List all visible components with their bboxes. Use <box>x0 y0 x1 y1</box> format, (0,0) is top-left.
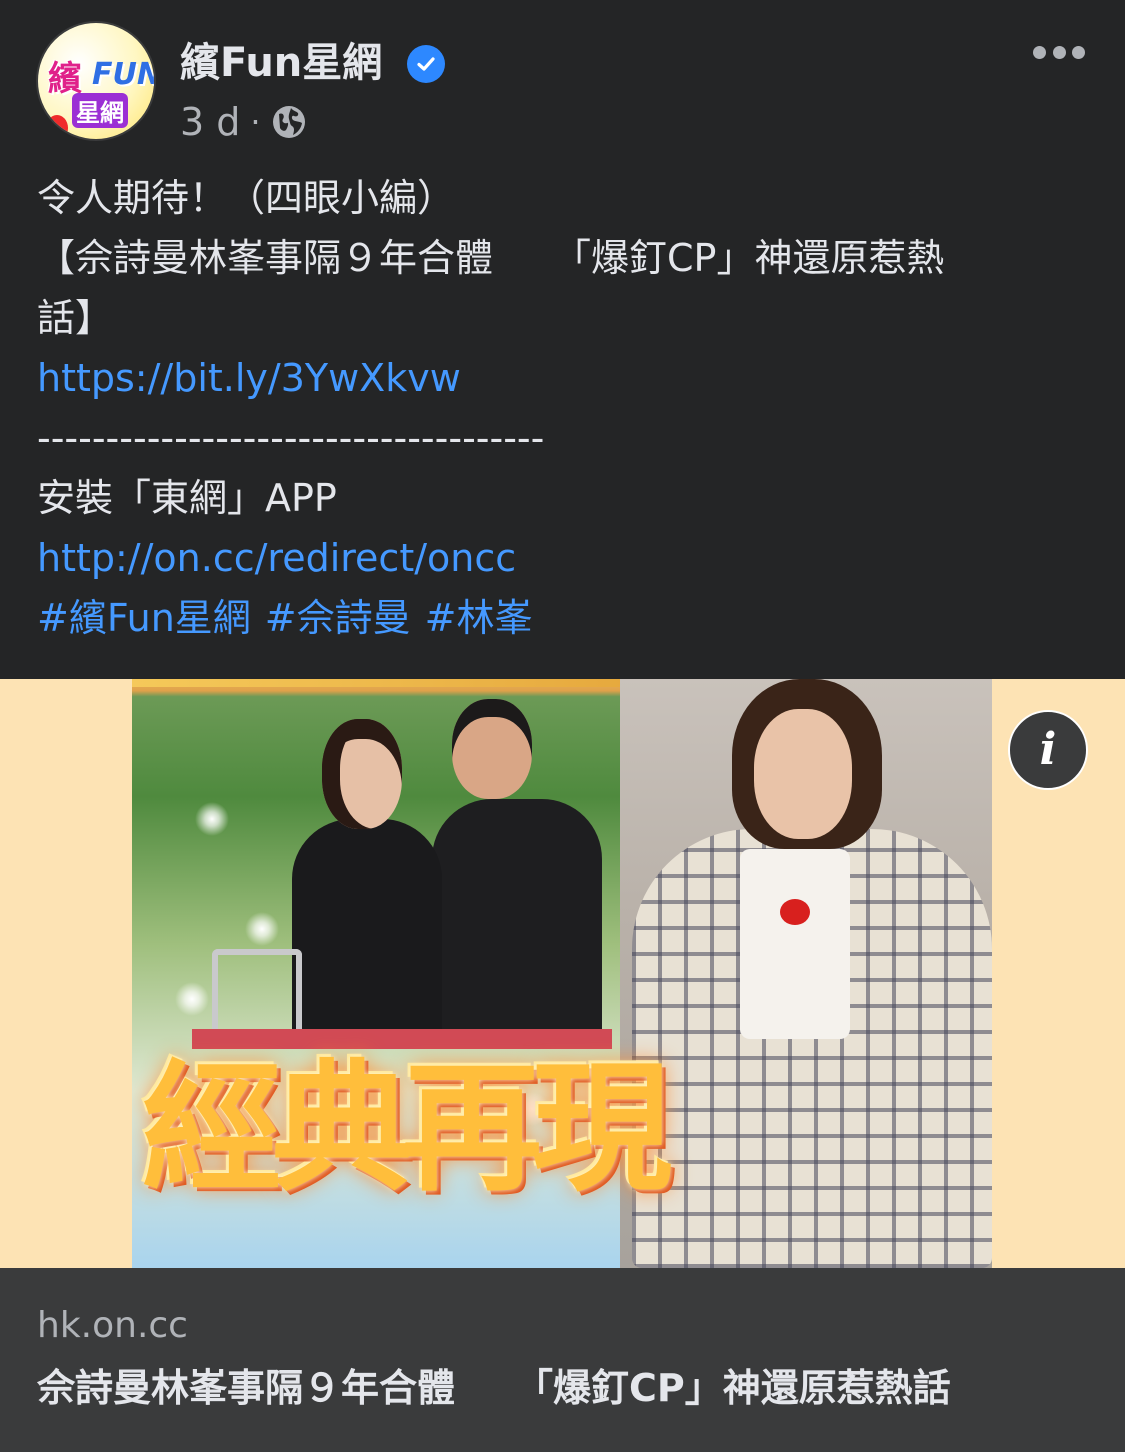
more-options-icon[interactable] <box>1033 38 1085 66</box>
hashtag-link[interactable]: #佘詩曼 <box>265 596 411 640</box>
post-body: 令人期待！（四眼小編） 【佘詩曼林峯事隔９年合體 「爆釘CP」神還原惹熱 話】 h… <box>37 168 1087 648</box>
hashtag-list: #繽Fun星網 #佘詩曼 #林峯 <box>37 588 1087 648</box>
info-icon[interactable]: i <box>1008 710 1088 790</box>
link-title-part-1: 佘詩曼林峯事隔９年合體 <box>37 1366 456 1410</box>
white-shirt <box>740 849 850 1039</box>
post-meta: 3 d · <box>180 100 307 144</box>
post-link-bitly[interactable]: https://bit.ly/3YwXkvw <box>37 348 1087 408</box>
link-title-part-2: 「爆釘CP」神還原惹熱話 <box>515 1366 951 1410</box>
sparkle-icon <box>242 909 282 949</box>
headline-part-1: 【佘詩曼林峯事隔９年合體 <box>37 236 494 280</box>
woman-head <box>322 719 402 829</box>
image-overlay-title: 經典再現 <box>142 1047 672 1211</box>
hashtag-link[interactable]: #繽Fun星網 <box>37 596 251 640</box>
facebook-post: 繽 FUN 星網 繽Fun星網 3 d · 令人期待！（四眼小編） 【佘詩曼林峯… <box>0 0 1125 1452</box>
text-divider: ------------------------------------- <box>37 416 545 460</box>
post-header: 繽 FUN 星網 繽Fun星網 3 d · <box>0 0 1125 160</box>
link-preview-title: 佘詩曼林峯事隔９年合體 「爆釘CP」神還原惹熱話 <box>37 1364 1088 1412</box>
info-icon-glyph: i <box>1039 724 1057 775</box>
sparkle-icon <box>172 979 212 1019</box>
meta-separator: · <box>250 103 261 141</box>
headline-part-2: 「爆釘CP」神還原惹熱 <box>553 236 945 280</box>
woman-face <box>754 709 852 839</box>
link-preview-card[interactable]: hk.on.cc 佘詩曼林峯事隔９年合體 「爆釘CP」神還原惹熱話 <box>0 1268 1125 1452</box>
hashtag-link[interactable]: #林峯 <box>425 596 533 640</box>
headline-part-3: 話】 <box>37 296 114 340</box>
page-avatar[interactable]: 繽 FUN 星網 <box>36 21 156 141</box>
avatar-logo-fun: FUN <box>92 57 156 92</box>
sparkle-icon <box>192 799 232 839</box>
post-timestamp[interactable]: 3 d <box>180 100 240 144</box>
man-head <box>452 699 532 799</box>
post-link-oncc[interactable]: http://on.cc/redirect/oncc <box>37 528 1087 588</box>
woman-leather-jacket-figure <box>292 819 442 1049</box>
verified-badge-icon <box>407 45 445 83</box>
suitcase <box>192 1029 612 1049</box>
post-media[interactable]: 經典再現 i <box>0 679 1125 1268</box>
globe-icon[interactable] <box>271 104 307 140</box>
man-figure <box>432 799 602 1039</box>
link-preview-domain: hk.on.cc <box>37 1305 188 1346</box>
rose-print <box>780 899 810 925</box>
suitcase-handle <box>212 949 302 1039</box>
image-frame <box>132 679 622 687</box>
avatar-logo-subtitle: 星網 <box>72 93 128 128</box>
page-name[interactable]: 繽Fun星網 <box>180 38 382 88</box>
balloon-icon <box>46 115 68 139</box>
post-text-line: 令人期待！（四眼小編） <box>37 176 456 220</box>
post-headline: 【佘詩曼林峯事隔９年合體 「爆釘CP」神還原惹熱 <box>37 228 1087 288</box>
install-app-text: 安裝「東網」APP <box>37 476 337 520</box>
article-thumbnail-image[interactable]: 經典再現 <box>132 679 992 1268</box>
